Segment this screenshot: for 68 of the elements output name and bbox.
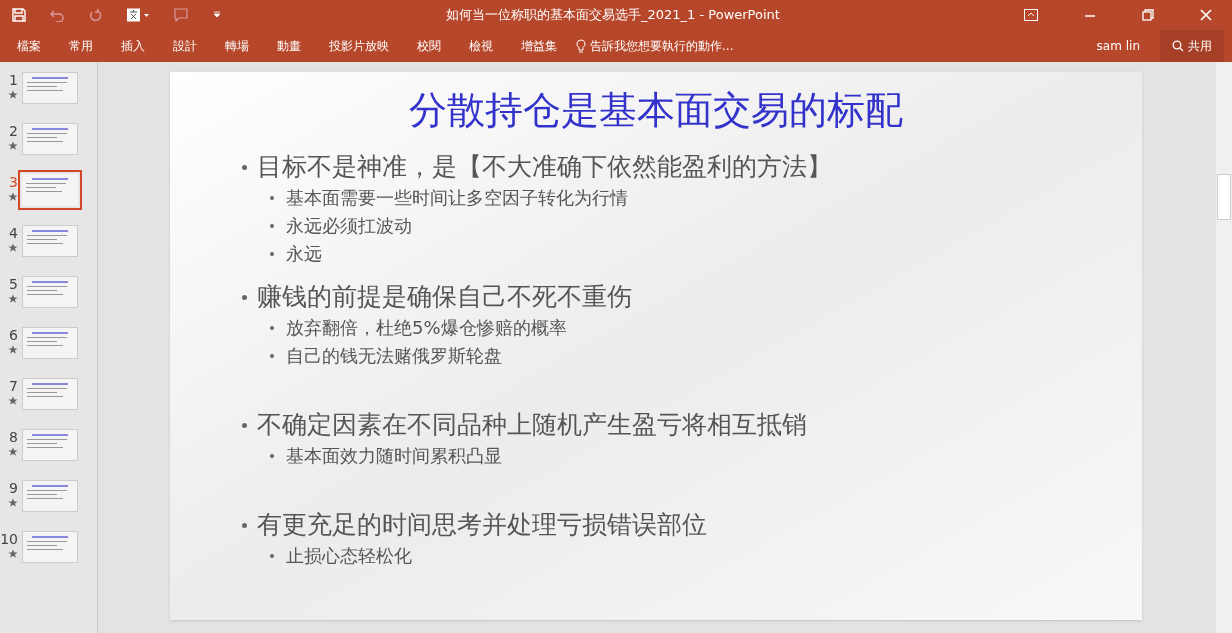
user-name[interactable]: sam lin: [1096, 37, 1140, 55]
ribbon-tab[interactable]: 轉場: [216, 30, 258, 62]
slide-number: 10: [0, 531, 18, 547]
bullet-text: 赚钱的前提是确保自己不死不重伤: [257, 281, 632, 313]
tell-me-field[interactable]: 告訴我您想要執行的動作...: [590, 37, 734, 55]
bullet-text: 基本面需要一些时间让多空因子转化为行情: [286, 186, 628, 210]
slide-number: 5: [9, 276, 18, 292]
bullet-text: 不确定因素在不同品种上随机产生盈亏将相互抵销: [257, 409, 807, 441]
slide-number: 9: [9, 480, 18, 496]
comment-icon[interactable]: [174, 8, 188, 22]
slide-title: 分散持仓是基本面交易的标配: [408, 87, 904, 134]
slide-thumbnail[interactable]: [22, 378, 78, 410]
slide-thumbnail[interactable]: [22, 327, 78, 359]
bullet-text: 有更充足的时间思考并处理亏损错误部位: [257, 509, 707, 541]
lightbulb-icon: [576, 39, 586, 53]
slide-number: 2: [9, 123, 18, 139]
slide-thumbnail[interactable]: [22, 123, 78, 155]
star-icon: [8, 447, 18, 457]
window-title: 如何当一位称职的基本面交易选手_2021_1 - PowerPoint: [446, 6, 780, 25]
star-icon: [8, 396, 18, 406]
share-button[interactable]: 共用: [1160, 30, 1224, 62]
star-icon: [8, 345, 18, 355]
close-icon[interactable]: [1200, 9, 1212, 21]
bullet-text: 永远: [286, 242, 322, 266]
slide-thumbnail[interactable]: [22, 72, 78, 104]
bullet-text: 基本面效力随时间累积凸显: [286, 444, 502, 468]
ribbon-tab[interactable]: 投影片放映: [320, 30, 398, 62]
vertical-scrollbar[interactable]: [1216, 62, 1232, 633]
search-icon: [1172, 40, 1184, 52]
slide-thumbnail[interactable]: [22, 225, 78, 257]
save-icon[interactable]: [12, 8, 26, 22]
slide-thumbnail[interactable]: [22, 480, 78, 512]
bullet-text: 永远必须扛波动: [286, 214, 412, 238]
slide-number: 6: [9, 327, 18, 343]
star-icon: [8, 549, 18, 559]
ribbon-tab[interactable]: 檢視: [460, 30, 502, 62]
star-icon: [8, 90, 18, 100]
scroll-thumb[interactable]: [1217, 174, 1231, 220]
text-convert-icon[interactable]: [126, 8, 150, 22]
star-icon: [8, 243, 18, 253]
ribbon-tab[interactable]: 常用: [60, 30, 102, 62]
undo-icon[interactable]: [50, 8, 64, 22]
slide-number: 8: [9, 429, 18, 445]
redo-icon[interactable]: [88, 8, 102, 22]
ribbon-display-icon[interactable]: [1024, 9, 1038, 21]
customize-caret-icon[interactable]: [212, 10, 222, 20]
slide-thumbnail[interactable]: [22, 276, 78, 308]
slide-thumbnail[interactable]: [22, 531, 78, 563]
ribbon-tab[interactable]: 校閱: [408, 30, 450, 62]
ribbon-tab[interactable]: 動畫: [268, 30, 310, 62]
bullet-text: 目标不是神准，是【不大准确下依然能盈利的方法】: [257, 151, 832, 183]
star-icon: [8, 141, 18, 151]
restore-icon[interactable]: [1142, 9, 1154, 21]
ribbon-tab[interactable]: 檔案: [8, 30, 50, 62]
slide-number: 3: [9, 174, 18, 190]
star-icon: [8, 192, 18, 202]
slide-number: 1: [9, 72, 18, 88]
bullet-text: 自己的钱无法赌俄罗斯轮盘: [286, 344, 502, 368]
bullet-text: 放弃翻倍，杜绝5%爆仓惨赔的概率: [286, 316, 567, 340]
ribbon-tab[interactable]: 增益集: [512, 30, 566, 62]
slide-thumbnail[interactable]: [22, 429, 78, 461]
ribbon-tab[interactable]: 設計: [164, 30, 206, 62]
slide-number: 4: [9, 225, 18, 241]
bullet-text: 止损心态轻松化: [286, 544, 412, 568]
slide-number: 7: [9, 378, 18, 394]
star-icon: [8, 294, 18, 304]
ribbon-tab[interactable]: 插入: [112, 30, 154, 62]
star-icon: [8, 498, 18, 508]
